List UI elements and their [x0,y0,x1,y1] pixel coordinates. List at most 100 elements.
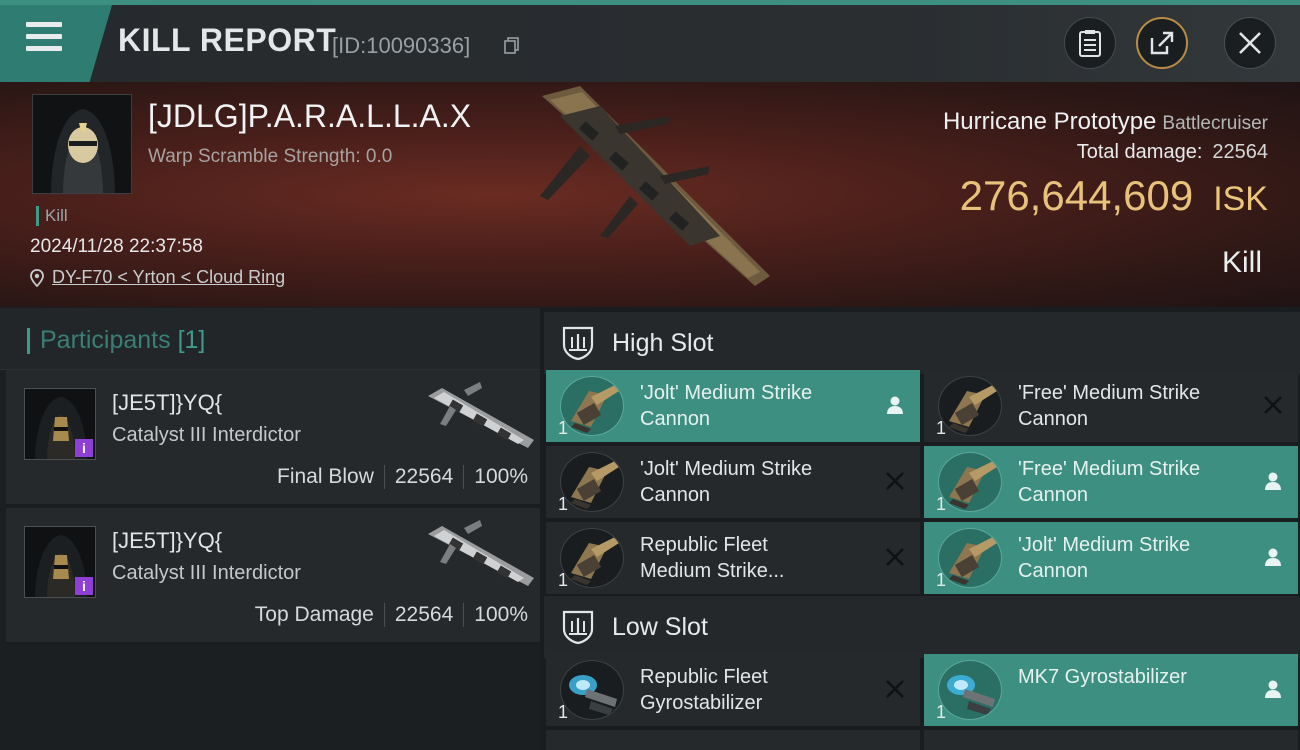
module-state[interactable] [884,546,906,568]
module-quantity: 1 [558,494,569,514]
isk-value: 276,644,609 ISK [960,172,1268,220]
cannon-icon [949,461,997,509]
high-slot-header: High Slot [544,312,1300,374]
participants-title: Participants [1] [40,326,205,355]
kill-location[interactable]: DY-F70 < Yrton < Cloud Ring [30,267,285,288]
module-slot-partial[interactable] [546,730,920,750]
total-damage: Total damage: 22564 [1077,141,1268,164]
total-damage-label: Total damage: [1076,141,1203,163]
module-slot[interactable]: 1 'Free' Medium Strike Cannon [924,370,1298,442]
module-state[interactable] [884,678,906,700]
participants-label: Participants [40,326,171,354]
ship-class: Battlecruiser [1162,113,1268,134]
module-name: Republic Fleet Medium Strike... [640,534,785,582]
share-icon [1150,31,1174,55]
participant-ship: Catalyst III Interdictor [112,562,301,584]
low-slot-title: Low Slot [612,613,708,641]
module-icon [560,452,624,512]
module-slot[interactable]: 1 'Free' Medium Strike Cannon [924,446,1298,518]
participant-damage: 22564 [394,465,454,488]
module-slot[interactable]: 1 Republic Fleet Medium Strike... [546,522,920,594]
module-slot[interactable]: 1 'Jolt' Medium Strike Cannon [924,522,1298,594]
cannon-icon [571,537,619,585]
location-link[interactable]: DY-F70 < Yrton < Cloud Ring [52,267,285,288]
module-slot-partial[interactable] [924,730,1298,750]
isk-amount: 276,644,609 [959,172,1194,219]
low-slot-icon [562,610,594,645]
module-slot[interactable]: 1 Republic Fleet Gyrostabilizer [546,654,920,726]
participant-avatar[interactable]: i [24,388,96,460]
participant-name: [JE5T]}YQ{ [112,528,223,553]
participant-badge: i [75,439,93,457]
menu-icon[interactable] [26,22,62,52]
person-icon [1265,472,1281,490]
participants-accent-bar [27,328,30,354]
module-quantity: 1 [558,418,569,438]
module-state[interactable] [1262,678,1284,700]
close-icon [1239,32,1261,54]
module-slot[interactable]: 1 MK7 Gyrostabilizer [924,654,1298,726]
module-state[interactable] [1262,546,1284,568]
share-button[interactable] [1136,17,1188,69]
module-slot[interactable]: 1 'Jolt' Medium Strike Cannon [546,370,920,442]
module-name: 'Free' Medium Strike Cannon [1018,382,1201,430]
module-name: 'Jolt' Medium Strike Cannon [640,382,813,430]
module-icon [560,528,624,588]
module-state[interactable] [1262,470,1284,492]
module-quantity: 1 [936,418,947,438]
module-quantity: 1 [936,702,947,722]
participant-ship-image [428,520,534,586]
close-button[interactable] [1224,17,1276,69]
module-quantity: 1 [558,570,569,590]
participant-avatar[interactable]: i [24,526,96,598]
module-quantity: 1 [936,494,947,514]
kill-datetime: 2024/11/28 22:37:58 [30,236,203,257]
module-icon [560,376,624,436]
victim-ship-image [540,86,770,286]
cannon-icon [949,385,997,433]
cannon-icon [571,385,619,433]
module-icon [938,528,1002,588]
clipboard-button[interactable] [1064,17,1116,69]
high-slot-title: High Slot [612,329,714,357]
module-quantity: 1 [936,570,947,590]
participant-row[interactable]: i [JE5T]}YQ{ Catalyst III Interdictor Fi… [6,370,540,506]
clipboard-icon [1079,30,1101,57]
x-icon [886,680,904,698]
victim-name: [JDLG]P.A.R.A.L.L.A.X [148,98,472,134]
module-state[interactable] [884,394,906,416]
participant-damage: 22564 [394,603,454,626]
victim-avatar[interactable] [32,94,132,194]
participant-name: [JE5T]}YQ{ [112,390,223,415]
module-slot[interactable]: 1 'Jolt' Medium Strike Cannon [546,446,920,518]
module-quantity: 1 [558,702,569,722]
person-icon [1265,548,1281,566]
low-slot-header: Low Slot [544,596,1300,658]
kill-id: [ID:10090336] [332,33,471,58]
gyrostabilizer-icon [947,675,995,715]
participants-header: Participants [1] [0,308,540,370]
copy-icon[interactable] [504,37,520,54]
participant-stats: Final Blow 22564 100% [277,465,528,489]
module-icon [938,452,1002,512]
module-state[interactable] [1262,394,1284,416]
page-title: KILL REPORT [118,22,337,58]
x-icon [886,472,904,490]
participant-role: Top Damage [254,603,374,626]
total-damage-value: 22564 [1212,141,1268,163]
location-pin-icon [30,268,44,287]
warp-scramble-strength: Warp Scramble Strength: 0.0 [148,146,393,167]
module-name: Republic Fleet Gyrostabilizer [640,666,768,714]
module-icon [938,376,1002,436]
module-state[interactable] [884,470,906,492]
kill-type: Kill [1221,246,1262,279]
module-icon [560,660,624,720]
participant-row[interactable]: i [JE5T]}YQ{ Catalyst III Interdictor To… [6,508,540,644]
participant-percent: 100% [474,465,528,488]
pilot-portrait-icon [33,95,131,193]
module-name: MK7 Gyrostabilizer [1018,666,1187,688]
participant-ship: Catalyst III Interdictor [112,424,301,446]
participant-stats: Top Damage 22564 100% [255,603,528,627]
person-icon [887,396,903,414]
module-name: 'Jolt' Medium Strike Cannon [640,458,813,506]
